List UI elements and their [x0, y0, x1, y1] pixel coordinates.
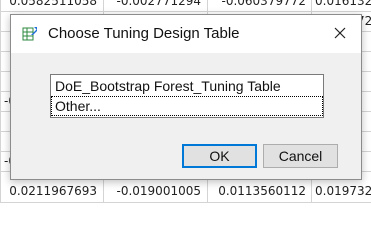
list-item-other[interactable]: Other...: [51, 96, 323, 116]
ok-button[interactable]: OK: [182, 144, 257, 168]
close-icon: [334, 27, 346, 42]
design-table-listbox[interactable]: DoE_Bootstrap Forest_Tuning Table Other.…: [50, 74, 324, 118]
app-table-icon: [22, 26, 38, 42]
dialog-title: Choose Tuning Design Table: [48, 25, 240, 42]
table-cell: -0.060379772: [221, 0, 307, 8]
table-cell: 0.0113560112: [218, 184, 306, 198]
table-cell: 0.0582511058: [9, 0, 97, 8]
choose-tuning-design-table-dialog: Choose Tuning Design Table DoE_Bootstrap…: [10, 14, 362, 180]
table-cell: -0.019001005: [116, 184, 202, 198]
table-cell: -0.002771294: [116, 0, 202, 8]
dialog-titlebar[interactable]: Choose Tuning Design Table: [11, 15, 361, 53]
table-row: 0.0211967693 -0.019001005 0.0113560112 0…: [0, 180, 371, 203]
list-item[interactable]: DoE_Bootstrap Forest_Tuning Table: [51, 76, 323, 96]
table-cell: 0.016132: [315, 0, 371, 8]
table-cell: 0.019732: [315, 184, 371, 198]
cancel-button[interactable]: Cancel: [263, 144, 338, 168]
table-cell: 0.0211967693: [9, 184, 97, 198]
close-button[interactable]: [323, 19, 357, 49]
